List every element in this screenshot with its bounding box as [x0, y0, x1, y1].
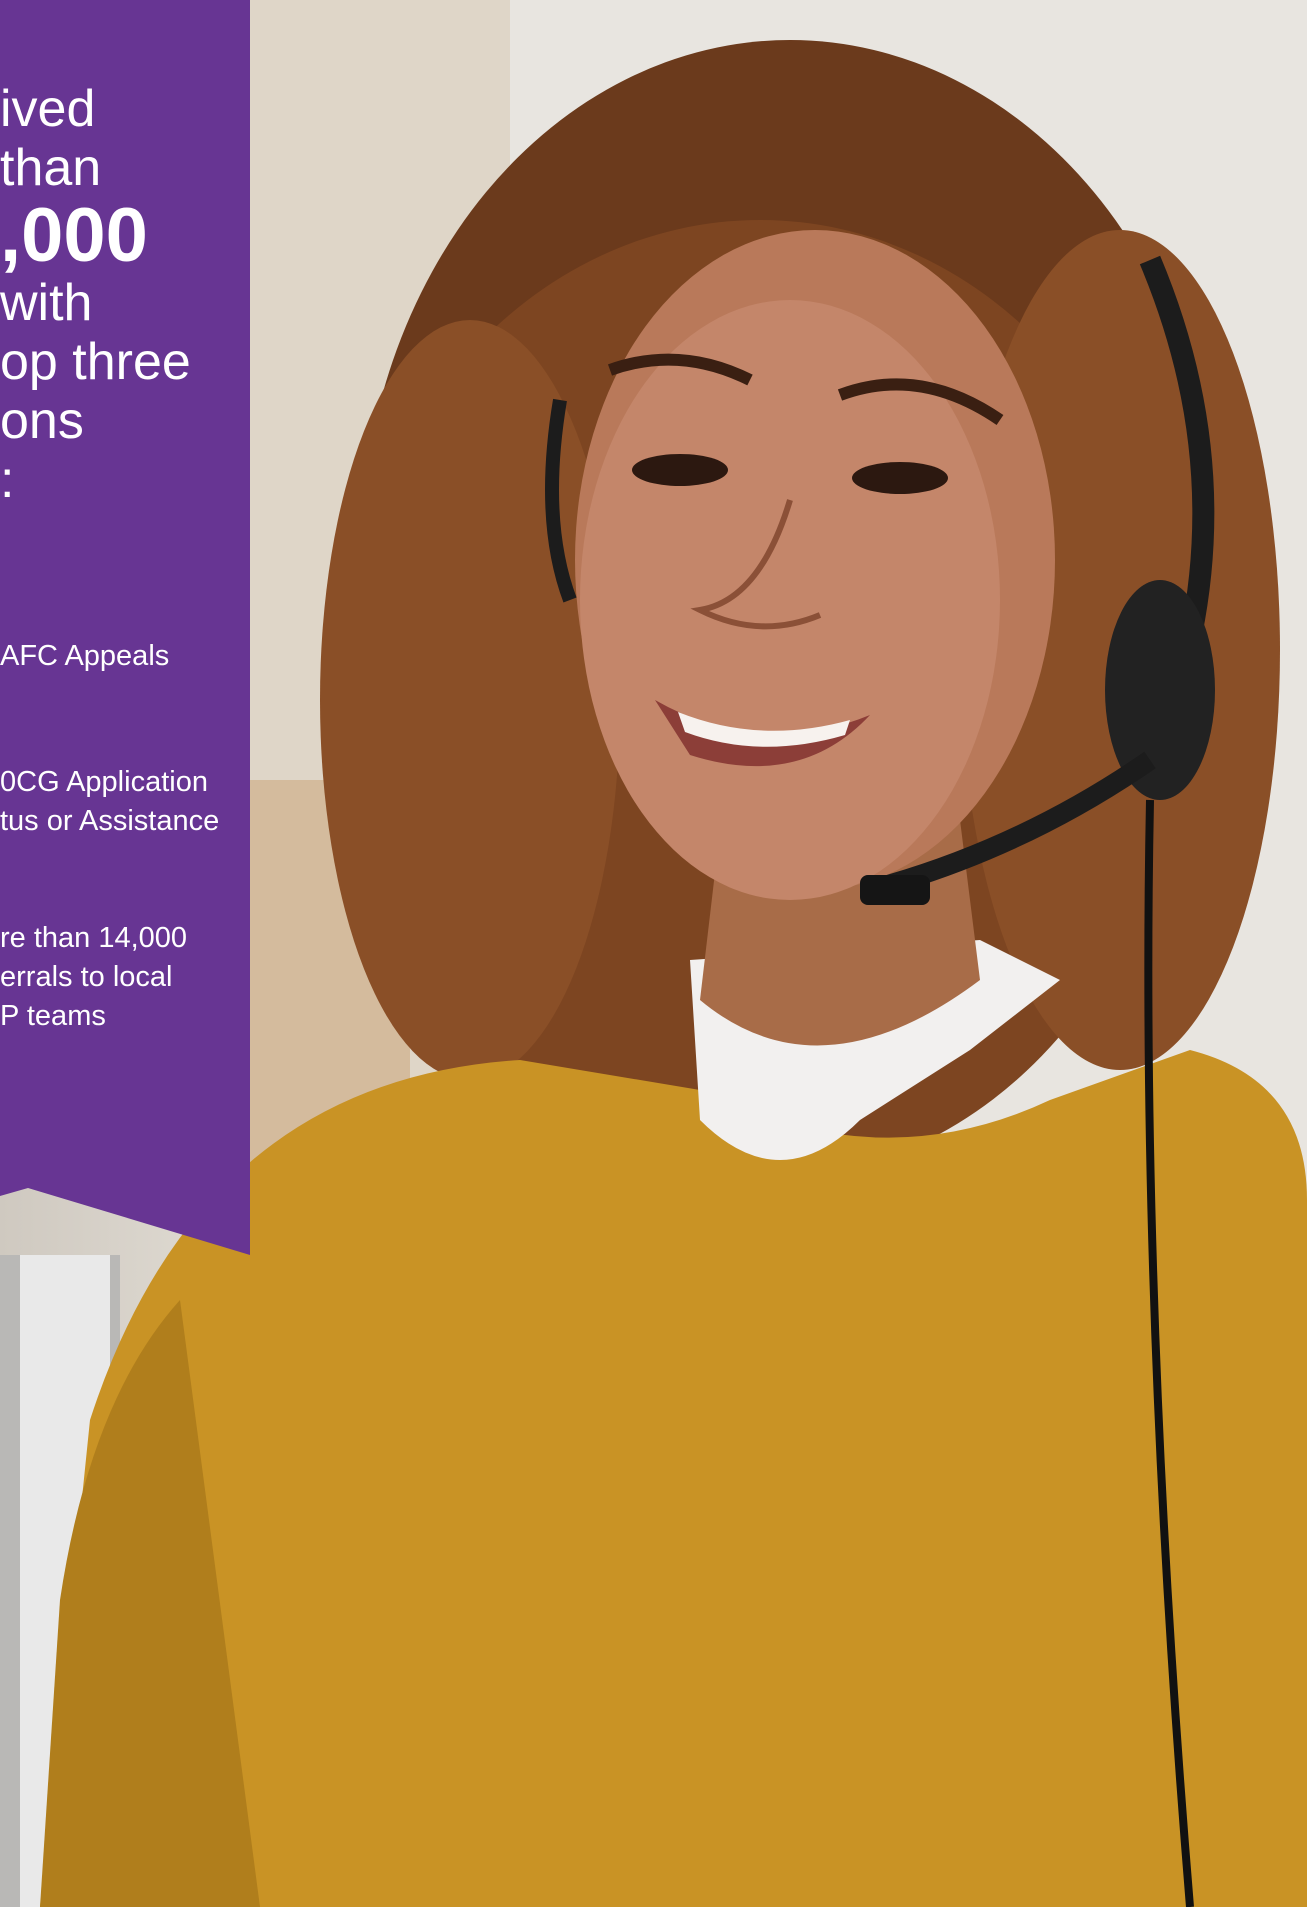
info-panel: ived than ,000 with op three ons : AFC A…: [0, 0, 250, 1255]
headline-line: op three: [0, 333, 191, 391]
list-item-text: P teams: [0, 1000, 106, 1032]
headline-line: than: [0, 139, 102, 197]
list-item-text: tus or Assistance: [0, 805, 220, 837]
list-item-text: 0CG Application: [0, 766, 208, 798]
list-item-text: re than 14,000: [0, 922, 188, 954]
list-item-text: AFC Appeals: [0, 640, 170, 672]
headline-line: :: [0, 451, 15, 509]
headline: ived than ,000 with op three ons :: [0, 80, 250, 510]
headline-number: ,000: [0, 193, 148, 278]
headline-line: with: [0, 274, 93, 332]
list-item-text: errals to local: [0, 961, 173, 993]
headline-line: ived: [0, 80, 96, 138]
list-item-referrals: re than 14,000 errals to local P teams: [0, 919, 250, 1036]
headline-line: ons: [0, 392, 84, 450]
list-item-application-status: 0CG Application tus or Assistance: [0, 763, 250, 841]
list-item-afc-appeals: AFC Appeals: [0, 637, 250, 676]
